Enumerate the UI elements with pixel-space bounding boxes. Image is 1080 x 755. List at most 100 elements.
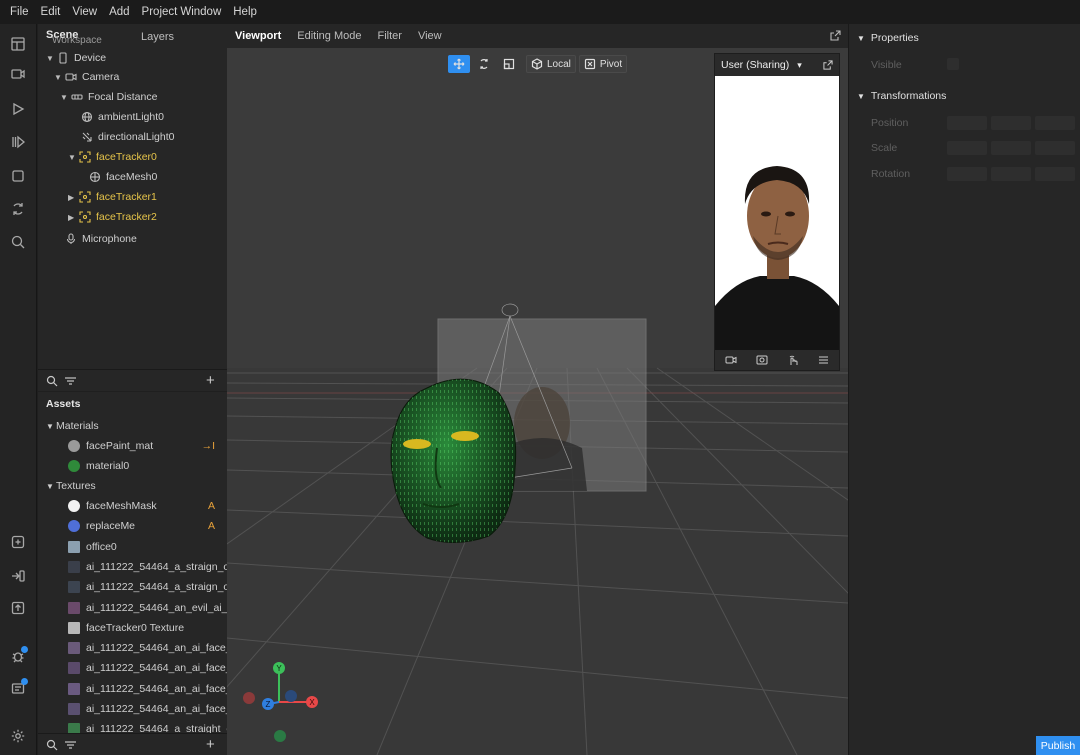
move-tool-button[interactable] <box>448 55 470 73</box>
asset-item[interactable]: facePaint_mat →I <box>38 436 227 456</box>
filter-icon[interactable] <box>65 740 76 750</box>
group-textures[interactable]: ▼ Textures <box>38 476 227 496</box>
device-preview-icon[interactable] <box>8 678 28 698</box>
viewport-canvas[interactable]: Y X Z Local Pivot User (Sharing) ▾ <box>227 48 848 755</box>
menu-window[interactable]: Window <box>180 6 227 18</box>
asset-item[interactable]: ai_111222_54464_a_straight_o... <box>38 719 227 733</box>
menu-icon[interactable] <box>818 355 829 365</box>
tree-item-directional-light[interactable]: directionalLight0 <box>38 127 227 147</box>
popout-icon[interactable] <box>823 60 833 70</box>
expand-arrow-icon[interactable]: ▼ <box>60 93 70 102</box>
layout-icon[interactable] <box>8 34 28 54</box>
video-icon[interactable] <box>725 355 737 365</box>
expand-arrow-icon[interactable]: ▼ <box>46 422 56 431</box>
asset-item[interactable]: ai_111222_54464_an_evil_ai_f... <box>38 598 227 618</box>
touch-icon[interactable] <box>787 354 799 366</box>
asset-thumbnail <box>68 621 80 634</box>
upload-icon[interactable] <box>8 598 28 618</box>
tab-workspace[interactable]: Workspace <box>52 35 102 46</box>
bug-icon[interactable] <box>8 646 28 666</box>
assets-title: Assets <box>46 398 81 410</box>
tab-view[interactable]: View <box>410 30 450 42</box>
tree-item-label: Focal Distance <box>88 91 158 103</box>
expand-arrow-icon[interactable]: ▼ <box>46 482 56 491</box>
tab-editing-mode[interactable]: Editing Mode <box>289 30 369 42</box>
expand-arrow-icon[interactable]: ▶ <box>68 193 78 202</box>
tree-item-label: ambientLight0 <box>98 111 164 123</box>
menu-help[interactable]: Help <box>227 6 263 18</box>
asset-item[interactable]: material0 <box>38 456 227 476</box>
asset-item[interactable]: ai_111222_54464_an_ai_face_... <box>38 679 227 699</box>
asset-item[interactable]: ai_111222_54464_a_straign_o... <box>38 557 227 577</box>
rotation-y-field[interactable] <box>991 167 1031 181</box>
expand-arrow-icon[interactable]: ▼ <box>46 54 56 63</box>
tree-item-face-tracker-0[interactable]: ▼ faceTracker0 <box>38 147 227 167</box>
refresh-icon[interactable] <box>8 199 28 219</box>
tree-item-face-tracker-1[interactable]: ▶ faceTracker1 <box>38 187 227 207</box>
tab-viewport[interactable]: Viewport <box>227 30 289 42</box>
search-icon[interactable] <box>8 232 28 252</box>
tree-item-face-mesh[interactable]: faceMesh0 <box>38 167 227 187</box>
search-icon[interactable] <box>46 739 58 751</box>
asset-item[interactable]: ai_111222_54464_an_ai_face_... <box>38 638 227 658</box>
stop-icon[interactable] <box>8 166 28 186</box>
tab-layers[interactable]: Layers <box>141 31 174 43</box>
position-y-field[interactable] <box>991 116 1031 130</box>
add-object-button[interactable]: + <box>206 372 215 389</box>
tree-item-camera[interactable]: ▼ Camera <box>38 67 227 87</box>
position-x-field[interactable] <box>947 116 987 130</box>
menu-file[interactable]: File <box>4 6 35 18</box>
tab-filter[interactable]: Filter <box>369 30 409 42</box>
add-box-icon[interactable] <box>8 532 28 552</box>
rotation-x-field[interactable] <box>947 167 987 181</box>
rotate-tool-button[interactable] <box>473 55 495 73</box>
asset-item[interactable]: ai_111222_54464_an_ai_face_... <box>38 658 227 678</box>
menu-view[interactable]: View <box>66 6 103 18</box>
asset-thumbnail <box>68 642 80 655</box>
expand-arrow-icon[interactable]: ▼ <box>54 73 64 82</box>
expand-arrow-icon[interactable]: ▼ <box>68 153 78 162</box>
scale-z-field[interactable] <box>1035 141 1075 155</box>
import-icon[interactable] <box>8 566 28 586</box>
asset-item[interactable]: ai_111222_54464_a_straign_o... <box>38 577 227 597</box>
menu-add[interactable]: Add <box>103 6 135 18</box>
scale-x-field[interactable] <box>947 141 987 155</box>
rotation-z-field[interactable] <box>1035 167 1075 181</box>
scale-tool-button[interactable] <box>498 55 520 73</box>
asset-item[interactable]: office0 <box>38 537 227 557</box>
publish-button[interactable]: Publish <box>1036 736 1080 755</box>
filter-icon[interactable] <box>65 376 76 386</box>
pivot-button[interactable]: Pivot <box>578 55 628 73</box>
scale-y-field[interactable] <box>991 141 1031 155</box>
tree-item-microphone[interactable]: Microphone <box>38 229 227 249</box>
properties-header[interactable]: ▼ Properties <box>857 28 919 48</box>
video-icon[interactable] <box>8 64 28 84</box>
tree-item-device[interactable]: ▼ Device <box>38 48 227 68</box>
position-z-field[interactable] <box>1035 116 1075 130</box>
step-icon[interactable] <box>8 132 28 152</box>
search-icon[interactable] <box>46 375 58 387</box>
popout-icon[interactable] <box>830 30 841 41</box>
tree-item-face-tracker-2[interactable]: ▶ faceTracker2 <box>38 207 227 227</box>
expand-arrow-icon[interactable]: ▶ <box>68 213 78 222</box>
tree-item-ambient-light[interactable]: ambientLight0 <box>38 107 227 127</box>
expand-arrow-icon[interactable]: ▼ <box>857 34 865 43</box>
asset-item[interactable]: ai_111222_54464_an_ai_face_... <box>38 699 227 719</box>
local-space-button[interactable]: Local <box>526 55 576 73</box>
switch-camera-icon[interactable] <box>756 354 768 366</box>
menu-project[interactable]: Project <box>136 6 181 18</box>
expand-arrow-icon[interactable]: ▼ <box>857 92 865 101</box>
menu-edit[interactable]: Edit <box>35 6 67 18</box>
asset-item[interactable]: replaceMe A <box>38 516 227 536</box>
group-materials[interactable]: ▼ Materials <box>38 416 227 436</box>
asset-item[interactable]: faceTracker0 Texture <box>38 618 227 638</box>
transformations-header[interactable]: ▼ Transformations <box>857 86 946 106</box>
asset-item[interactable]: faceMeshMask A <box>38 496 227 516</box>
visible-checkbox[interactable] <box>947 58 959 70</box>
tree-item-focal-distance[interactable]: ▼ Focal Distance <box>38 87 227 107</box>
add-asset-button[interactable]: + <box>206 736 215 753</box>
preview-device-select[interactable]: User (Sharing) <box>721 59 789 71</box>
settings-icon[interactable] <box>8 726 28 746</box>
chevron-down-icon[interactable]: ▾ <box>797 60 802 71</box>
play-icon[interactable] <box>8 99 28 119</box>
